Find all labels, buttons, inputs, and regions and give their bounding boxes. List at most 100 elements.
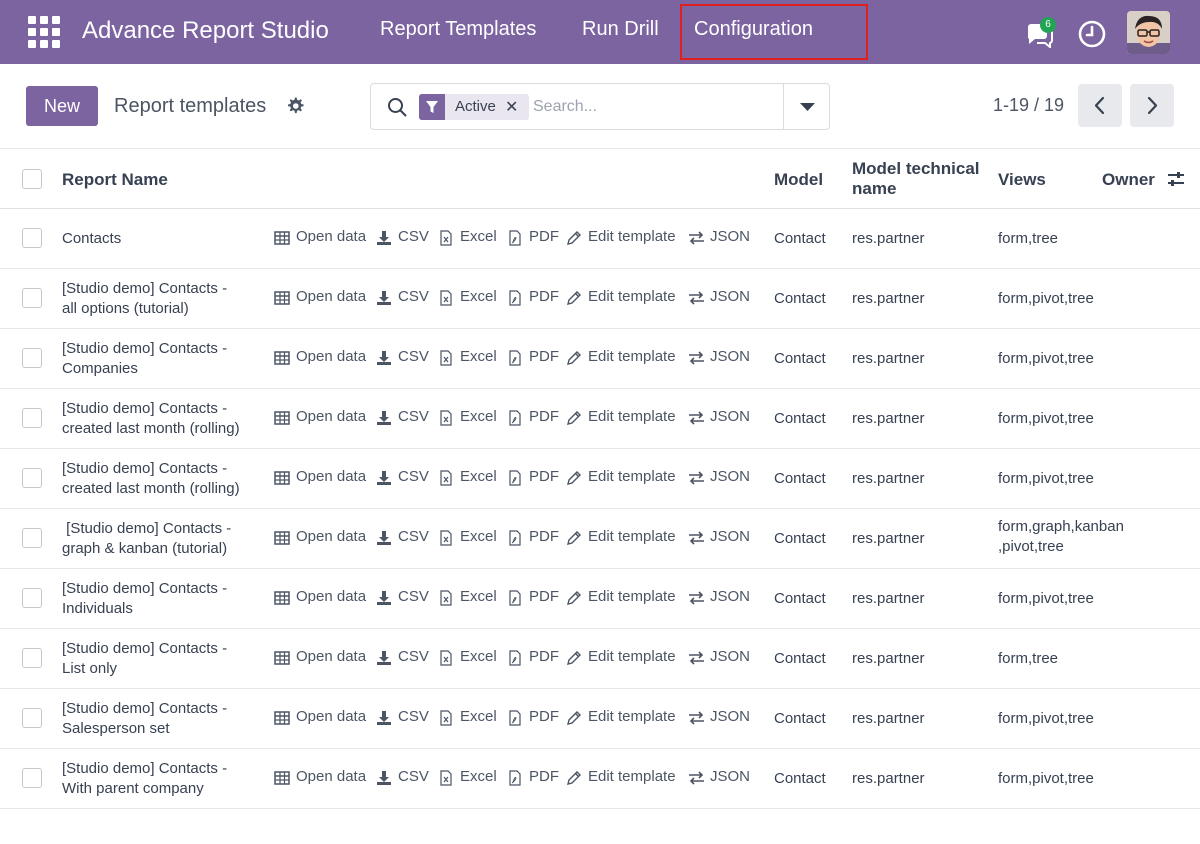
action-label: Edit template	[588, 528, 676, 545]
table-row[interactable]: [Studio demo] Contacts - With parent comp…	[0, 749, 1200, 809]
row-checkbox[interactable]	[22, 708, 42, 728]
table-row[interactable]: [Studio demo] Contacts - created last mon…	[0, 389, 1200, 449]
new-button[interactable]: New	[26, 86, 98, 126]
header-model[interactable]: Model	[774, 170, 823, 190]
report-name[interactable]: [Studio demo] Contacts - Individuals	[62, 579, 262, 619]
chevron-left-icon	[1094, 96, 1105, 115]
table-row[interactable]: [Studio demo] Contacts - created last mon…	[0, 449, 1200, 509]
action-label: Open data	[296, 768, 367, 785]
views-line1: form,pivot,tree	[998, 590, 1094, 607]
table-row[interactable]: [Studio demo] Contacts - List only Open da…	[0, 629, 1200, 689]
action-label: JSON	[710, 588, 751, 605]
optional-columns-icon[interactable]	[1166, 169, 1186, 189]
search-options-toggle[interactable]	[783, 84, 830, 129]
report-name[interactable]: [Studio demo] Contacts - created last mon…	[62, 399, 262, 439]
table-row[interactable]: [Studio demo] Contacts - Salesperson set O…	[0, 689, 1200, 749]
report-name-line1: [Studio demo] Contacts -	[62, 400, 228, 417]
app-brand[interactable]: Advance Report Studio	[82, 17, 329, 45]
action-label: Edit template	[588, 588, 676, 605]
action-label: Edit template	[588, 408, 676, 425]
views-line1: form,pivot,tree	[998, 770, 1094, 787]
pager-previous-button[interactable]	[1078, 84, 1122, 127]
header-report-name[interactable]: Report Name	[62, 170, 168, 190]
table-row[interactable]: [Studio demo] Contacts - all options (tut…	[0, 269, 1200, 329]
report-name[interactable]: [Studio demo] Contacts - all options (tut…	[62, 279, 262, 319]
report-name-line1: [Studio demo] Contacts -	[62, 700, 228, 717]
menu-configuration[interactable]: Configuration	[680, 4, 868, 60]
menu-report-templates[interactable]: Report Templates	[380, 18, 536, 41]
report-name[interactable]: [Studio demo] Contacts - Companies	[62, 339, 262, 379]
views-cell: form,pivot,tree	[998, 589, 1094, 609]
report-name-line1: [Studio demo] Contacts -	[62, 580, 228, 597]
views-line1: form,pivot,tree	[998, 470, 1094, 487]
report-name-line1: [Studio demo] Contacts -	[62, 760, 228, 777]
clock-icon[interactable]	[1077, 19, 1107, 49]
pager-next-button[interactable]	[1130, 84, 1174, 127]
gear-icon[interactable]	[285, 96, 305, 116]
action-label: Edit template	[588, 228, 676, 245]
action-label: Excel	[460, 288, 497, 305]
search-icon[interactable]	[387, 97, 407, 117]
report-name[interactable]: [Studio demo] Contacts - Salesperson set	[62, 699, 262, 739]
header-model-technical-name[interactable]: Model technical name	[852, 159, 980, 199]
action-label: Excel	[460, 648, 497, 665]
search-input[interactable]	[533, 95, 773, 119]
facet-label: Active	[455, 98, 496, 115]
model-cell: Contact	[774, 470, 826, 487]
menu-run-drill[interactable]: Run Drill	[582, 18, 659, 41]
report-name[interactable]: [Studio demo] Contacts - created last mon…	[62, 459, 262, 499]
action-label: Open data	[296, 288, 367, 305]
facet-remove-icon[interactable]: ✕	[505, 97, 518, 117]
pager-value[interactable]: 1-19 / 19	[993, 95, 1064, 116]
row-checkbox[interactable]	[22, 768, 42, 788]
caret-down-icon	[800, 103, 815, 111]
avatar[interactable]	[1127, 11, 1170, 54]
row-checkbox[interactable]	[22, 528, 42, 548]
table-row[interactable]: [Studio demo] Contacts - Companies Open da…	[0, 329, 1200, 389]
action-label: Excel	[460, 768, 497, 785]
row-checkbox[interactable]	[22, 468, 42, 488]
header-views[interactable]: Views	[998, 170, 1046, 190]
views-cell: form,tree	[998, 229, 1058, 249]
model-cell: Contact	[774, 530, 826, 547]
row-checkbox[interactable]	[22, 588, 42, 608]
action-label: Excel	[460, 708, 497, 725]
model-technical-name-cell: res.partner	[852, 350, 925, 367]
action-label: Excel	[460, 528, 497, 545]
select-all-checkbox[interactable]	[22, 169, 42, 189]
model-cell: Contact	[774, 770, 826, 787]
report-name[interactable]: [Studio demo] Contacts - With parent comp…	[62, 759, 262, 799]
report-name[interactable]: [Studio demo] Contacts - List only	[62, 639, 262, 679]
action-label: CSV	[398, 588, 429, 605]
model-technical-name-cell: res.partner	[852, 590, 925, 607]
header-owner[interactable]: Owner	[1102, 170, 1155, 190]
apps-grid-icon[interactable]	[28, 16, 60, 48]
report-name-line1: Contacts	[62, 230, 122, 247]
row-checkbox[interactable]	[22, 408, 42, 428]
action-label: Edit template	[588, 648, 676, 665]
table-row[interactable]: [Studio demo] Contacts - Individuals Open …	[0, 569, 1200, 629]
action-label: Edit template	[588, 288, 676, 305]
row-checkbox[interactable]	[22, 288, 42, 308]
table-row[interactable]: Contacts Open data CSV Excel PDF Edit templat…	[0, 209, 1200, 269]
action-label: CSV	[398, 348, 429, 365]
views-cell: form,tree	[998, 649, 1058, 669]
report-name[interactable]: [Studio demo] Contacts - graph & kanban (…	[62, 519, 262, 559]
action-label: CSV	[398, 708, 429, 725]
action-label: CSV	[398, 288, 429, 305]
table-header: Report Name Model Model technical name V…	[0, 148, 1200, 209]
action-label: Excel	[460, 588, 497, 605]
row-checkbox[interactable]	[22, 228, 42, 248]
header-model-tech-line1: Model technical	[852, 159, 980, 178]
views-cell: form,pivot,tree	[998, 289, 1094, 309]
table-row[interactable]: [Studio demo] Contacts - graph & kanban (…	[0, 509, 1200, 569]
header-model-tech-line2: name	[852, 179, 897, 198]
report-name-line1: [Studio demo] Contacts -	[62, 520, 232, 537]
report-name[interactable]: Contacts	[62, 229, 262, 249]
row-checkbox[interactable]	[22, 648, 42, 668]
row-checkbox[interactable]	[22, 348, 42, 368]
action-label: Open data	[296, 408, 367, 425]
top-navbar: Advance Report Studio Report Templates R…	[0, 0, 1200, 64]
views-cell: form,pivot,tree	[998, 349, 1094, 369]
report-name-line2: List only	[62, 660, 118, 677]
